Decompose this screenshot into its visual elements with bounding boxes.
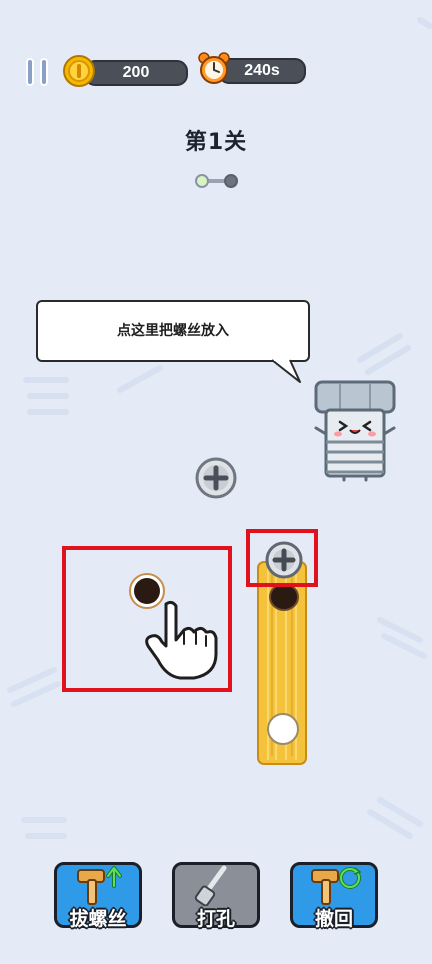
drill-label: 打孔 — [196, 908, 235, 930]
coin-counter: 200 — [84, 60, 188, 86]
pause-icon — [26, 58, 34, 86]
highlight-target-area — [62, 546, 232, 692]
level-title: 第1关 — [184, 130, 248, 155]
highlight-screw — [246, 529, 318, 587]
hammer-icon — [77, 866, 122, 905]
coin-count: 200 — [122, 64, 150, 81]
undo-label: 撤回 — [314, 908, 353, 930]
coin-icon — [63, 55, 95, 87]
bolt-mascot — [314, 380, 396, 482]
undo-icon — [311, 867, 362, 905]
time-remaining: 240s — [244, 62, 280, 79]
screw-icon[interactable] — [194, 456, 238, 500]
pull-screw-label: 拔螺丝 — [69, 908, 127, 930]
alarm-clock-icon — [198, 52, 230, 84]
bubble-tail — [271, 358, 301, 383]
hint-text: 点这里把螺丝放入 — [117, 323, 229, 339]
screwdriver-icon — [194, 865, 227, 906]
plank-hole-bottom[interactable] — [266, 712, 300, 746]
level-progress — [195, 174, 238, 188]
pause-button[interactable] — [26, 58, 52, 86]
